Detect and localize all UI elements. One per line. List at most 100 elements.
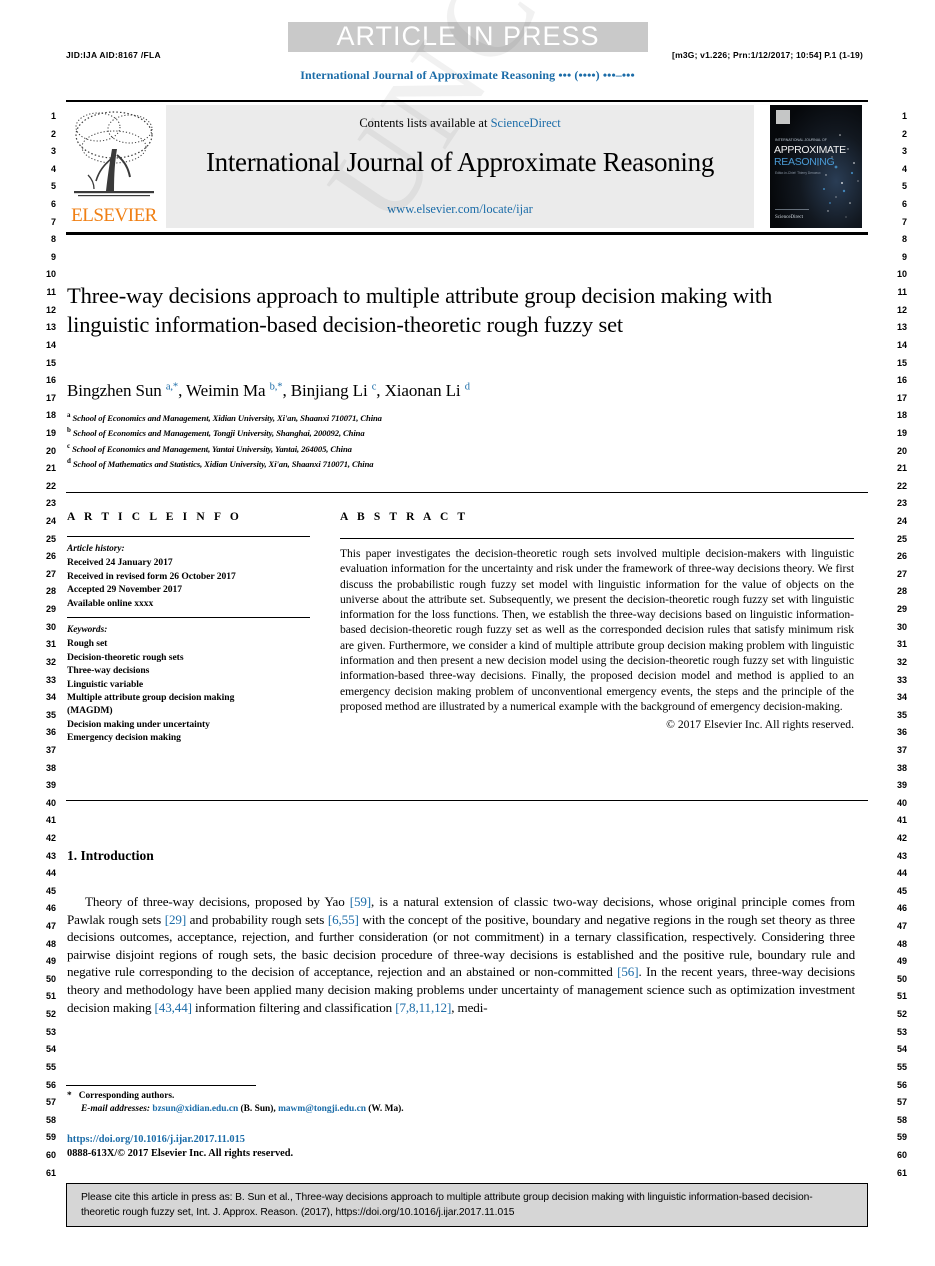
email-link-sun[interactable]: bzsun@xidian.edu.cn bbox=[152, 1104, 238, 1114]
line-number: 31 bbox=[896, 639, 907, 650]
history-item: Accepted 29 November 2017 bbox=[67, 584, 183, 596]
line-number: 25 bbox=[896, 533, 907, 544]
info-bottom-rule bbox=[66, 800, 868, 801]
line-number: 15 bbox=[896, 357, 907, 368]
article-in-press-label: ARTICLE IN PRESS bbox=[336, 21, 600, 51]
line-number: 54 bbox=[896, 1044, 907, 1055]
issn-copyright-line: 0888-613X/© 2017 Elsevier Inc. All right… bbox=[67, 1148, 294, 1159]
line-number: 49 bbox=[45, 956, 56, 967]
keyword-item: Emergency decision making bbox=[67, 732, 181, 744]
email-link-ma[interactable]: mawm@tongji.edu.cn bbox=[278, 1104, 366, 1114]
line-number: 54 bbox=[45, 1044, 56, 1055]
line-number: 30 bbox=[896, 621, 907, 632]
keywords-lines: Rough set Decision-theoretic rough sets Th… bbox=[67, 637, 310, 744]
line-number: 18 bbox=[45, 410, 56, 421]
affiliation-item: a School of Economics and Management, Xi… bbox=[67, 411, 382, 423]
line-number: 36 bbox=[45, 727, 56, 738]
line-number: 38 bbox=[45, 762, 56, 773]
affiliation-item: c School of Economics and Management, Ya… bbox=[67, 441, 352, 454]
line-number: 55 bbox=[45, 1061, 56, 1072]
info-top-rule bbox=[66, 492, 868, 493]
article-info-heading: A R T I C L E I N F O bbox=[67, 511, 242, 523]
line-number: 2 bbox=[901, 128, 907, 139]
line-number: 51 bbox=[896, 991, 907, 1002]
line-number: 52 bbox=[45, 1009, 56, 1020]
line-number: 51 bbox=[45, 991, 56, 1002]
line-number: 17 bbox=[896, 392, 907, 403]
line-number: 26 bbox=[896, 551, 907, 562]
line-number: 42 bbox=[896, 832, 907, 843]
elsevier-wordmark: ELSEVIER bbox=[71, 205, 157, 226]
line-number: 55 bbox=[896, 1061, 907, 1072]
doi-link[interactable]: https://doi.org/10.1016/j.ijar.2017.11.0… bbox=[67, 1133, 293, 1147]
line-number: 56 bbox=[45, 1079, 56, 1090]
email-label: E-mail addresses: bbox=[81, 1104, 151, 1115]
svg-text:APPROXIMATE: APPROXIMATE bbox=[774, 144, 846, 156]
line-number: 3 bbox=[50, 146, 56, 157]
line-number: 44 bbox=[45, 868, 56, 879]
corresponding-author-text: Corresponding authors. bbox=[78, 1091, 175, 1101]
line-number: 43 bbox=[45, 850, 56, 861]
line-number: 34 bbox=[896, 692, 907, 703]
article-info-column: Article history: Received 24 January 201… bbox=[67, 536, 310, 745]
line-number: 5 bbox=[901, 181, 907, 192]
contents-prefix: Contents lists available at bbox=[359, 116, 491, 130]
masthead-bottom-rule bbox=[66, 232, 868, 235]
line-number: 35 bbox=[45, 709, 56, 720]
line-number: 17 bbox=[45, 392, 56, 403]
line-number: 12 bbox=[45, 304, 56, 315]
line-number: 21 bbox=[896, 463, 907, 474]
line-number: 39 bbox=[45, 780, 56, 791]
line-number: 10 bbox=[45, 269, 56, 280]
line-number: 40 bbox=[896, 797, 907, 808]
line-number: 26 bbox=[45, 551, 56, 562]
line-number: 57 bbox=[45, 1097, 56, 1108]
line-number: 25 bbox=[45, 533, 56, 544]
article-history-label: Article history: bbox=[67, 544, 125, 554]
article-history-lines: Received 24 January 2017 Received in revi… bbox=[67, 556, 310, 610]
line-number: 5 bbox=[50, 181, 56, 192]
keyword-item: Three-way decisions bbox=[67, 665, 150, 677]
doi-block: https://doi.org/10.1016/j.ijar.2017.11.0… bbox=[67, 1133, 293, 1161]
line-number: 8 bbox=[901, 234, 907, 245]
affiliation-item: d School of Mathematics and Statistics, … bbox=[67, 457, 374, 470]
line-number: 14 bbox=[45, 339, 56, 350]
line-number: 6 bbox=[901, 199, 907, 210]
line-number: 48 bbox=[45, 938, 56, 949]
line-number: 49 bbox=[896, 956, 907, 967]
line-number: 24 bbox=[896, 516, 907, 527]
contents-available-line: Contents lists available at ScienceDirec… bbox=[166, 116, 754, 131]
line-number: 6 bbox=[50, 199, 56, 210]
line-number: 61 bbox=[896, 1167, 907, 1178]
affiliation-list: a School of Economics and Management, Xi… bbox=[67, 409, 767, 471]
line-number: 24 bbox=[45, 516, 56, 527]
line-number: 45 bbox=[45, 885, 56, 896]
line-number: 29 bbox=[45, 604, 56, 615]
line-number: 45 bbox=[896, 885, 907, 896]
print-meta: [m3G; v1.226; Prn:1/12/2017; 10:54] P.1 … bbox=[672, 50, 863, 60]
journal-id-meta: JID:IJA AID:8167 /FLA bbox=[66, 50, 161, 60]
keywords-label: Keywords: bbox=[67, 625, 108, 636]
line-number: 59 bbox=[45, 1132, 56, 1143]
line-number: 44 bbox=[896, 868, 907, 879]
keyword-item: (MAGDM) bbox=[67, 705, 113, 717]
journal-url-link[interactable]: www.elsevier.com/locate/ijar bbox=[166, 202, 754, 217]
svg-text:REASONING: REASONING bbox=[774, 156, 834, 168]
footnote-block: * Corresponding authors. E-mail addresses… bbox=[67, 1090, 587, 1117]
line-number: 61 bbox=[45, 1167, 56, 1178]
email-owner-ma: (W. Ma). bbox=[368, 1104, 404, 1115]
line-number: 38 bbox=[896, 762, 907, 773]
line-number: 2 bbox=[50, 128, 56, 139]
email-owner-sun: (B. Sun), bbox=[240, 1104, 276, 1115]
line-number: 11 bbox=[897, 287, 907, 298]
running-journal-title: International Journal of Approximate Rea… bbox=[300, 68, 635, 82]
sciencedirect-link[interactable]: ScienceDirect bbox=[491, 116, 561, 130]
abstract-column: This paper investigates the decision-the… bbox=[340, 538, 854, 731]
line-number: 42 bbox=[45, 832, 56, 843]
line-number: 50 bbox=[896, 973, 907, 984]
line-number: 50 bbox=[45, 973, 56, 984]
line-number: 23 bbox=[45, 498, 56, 509]
line-number: 35 bbox=[896, 709, 907, 720]
line-number: 1 bbox=[901, 111, 907, 121]
keyword-item: Linguistic variable bbox=[67, 678, 144, 690]
